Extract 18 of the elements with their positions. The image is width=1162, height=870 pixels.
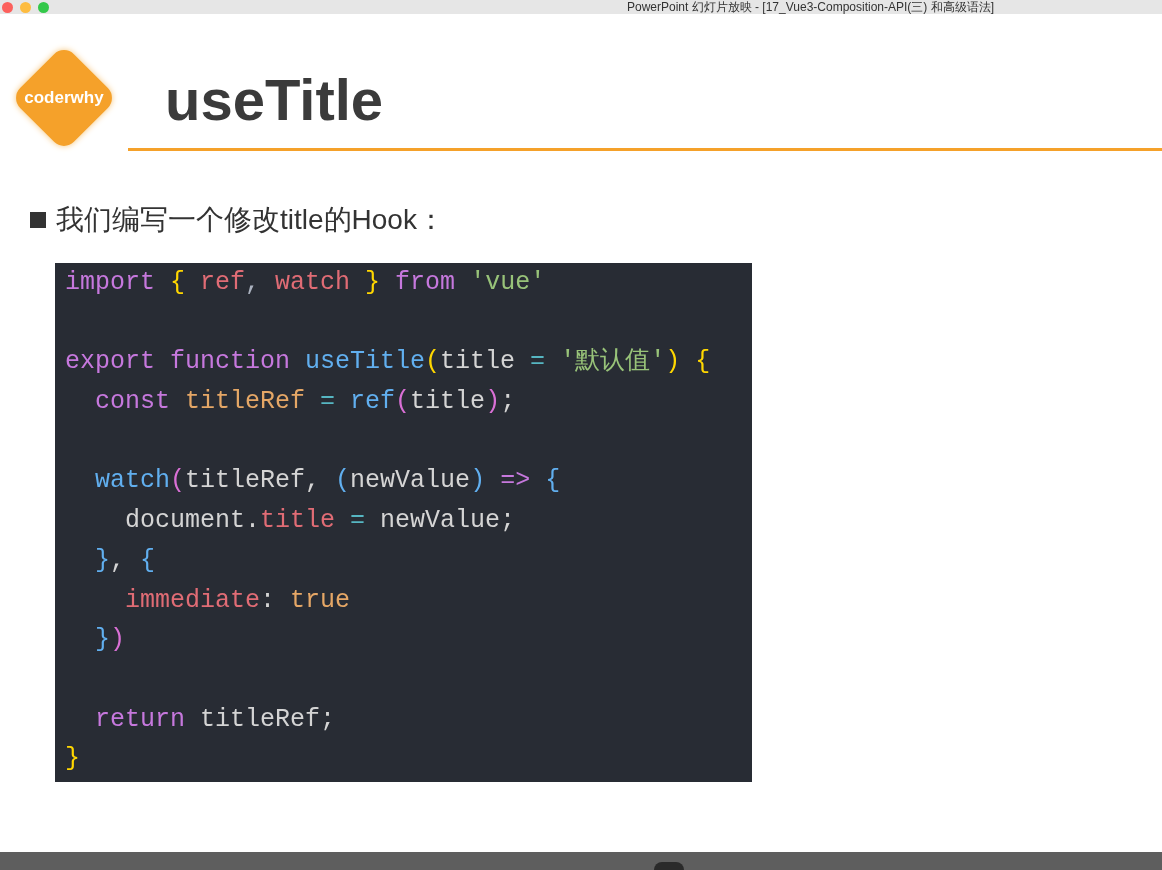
bullet-text: 我们编写一个修改title的Hook：	[56, 203, 445, 237]
slide-title: useTitle	[165, 70, 384, 129]
code-line: }, {	[94, 544, 156, 577]
code-line: import { ref, watch } from 'vue'	[65, 267, 546, 299]
minimize-button[interactable]	[20, 1, 31, 13]
zoom-button[interactable]	[38, 1, 49, 13]
code-line: const titleRef = ref(title);	[94, 386, 516, 419]
code-line: document.title = newValue;	[124, 505, 516, 538]
code-line: })	[94, 624, 126, 657]
code-line: return titleRef;	[94, 703, 336, 736]
code-line: immediate: true	[124, 584, 351, 617]
close-button[interactable]	[2, 1, 13, 13]
code-line: export function useTitle(title = '默认值') {	[65, 346, 711, 379]
logo-text: coderwhy	[24, 87, 104, 110]
bullet-icon	[30, 212, 46, 228]
code-line: watch(titleRef, (newValue) => {	[94, 465, 561, 498]
code-line: }	[65, 743, 80, 776]
window-title: PowerPoint 幻灯片放映 - [17_Vue3-Composition-API(三) 和高级语法]	[627, 0, 994, 14]
